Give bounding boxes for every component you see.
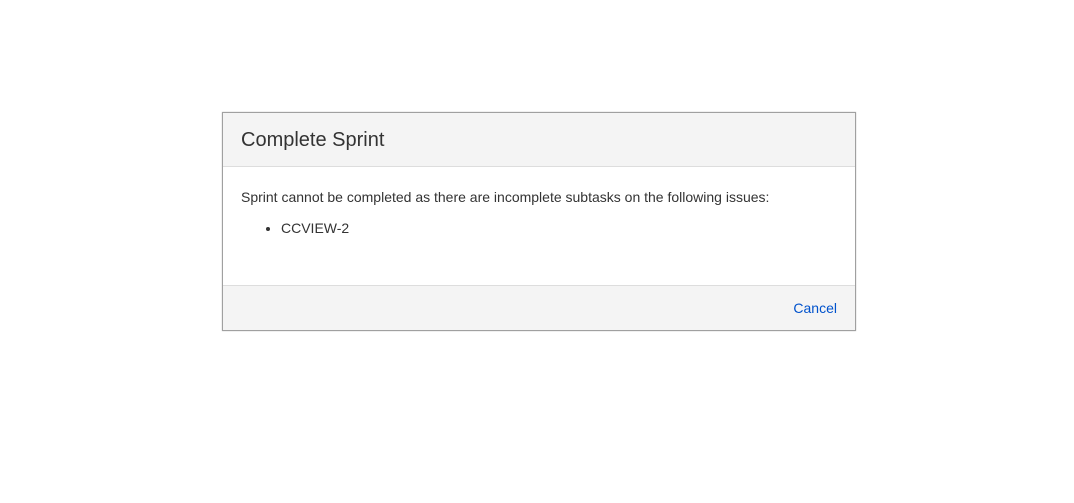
list-item: CCVIEW-2 — [281, 216, 837, 241]
dialog-title: Complete Sprint — [241, 129, 837, 152]
dialog-header: Complete Sprint — [223, 113, 855, 167]
complete-sprint-dialog: Complete Sprint Sprint cannot be complet… — [222, 112, 856, 331]
dialog-message: Sprint cannot be completed as there are … — [241, 187, 837, 208]
issue-list: CCVIEW-2 — [241, 216, 837, 241]
dialog-footer: Cancel — [223, 285, 855, 330]
cancel-button[interactable]: Cancel — [793, 300, 837, 316]
dialog-body: Sprint cannot be completed as there are … — [223, 167, 855, 285]
